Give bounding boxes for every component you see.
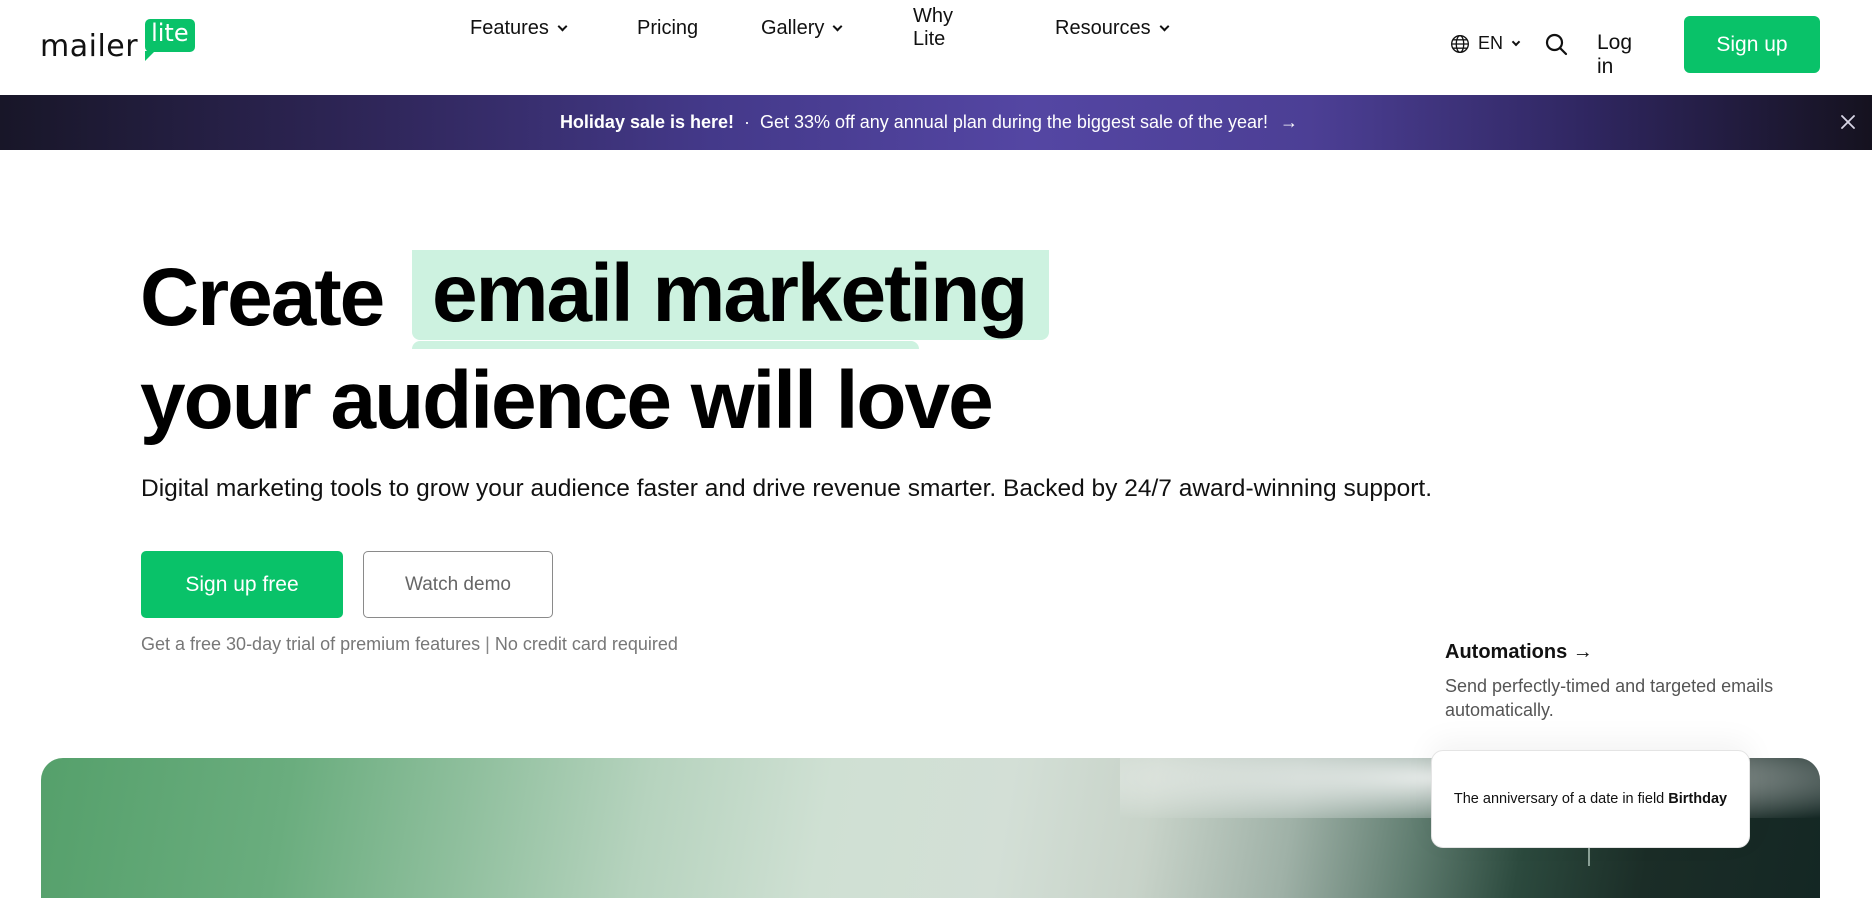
trial-note-part-1: Get a free 30-day trial of premium featu… [141,634,481,654]
search-icon[interactable] [1544,32,1568,56]
language-selector[interactable]: EN [1450,33,1521,54]
nav-item-label: Why Lite [913,5,953,50]
trial-note-separator: | [485,634,490,654]
language-code: EN [1478,33,1504,53]
logo-badge: lite [145,19,195,61]
promo-link[interactable]: Holiday sale is here! · Get 33% off any … [560,112,1298,133]
promo-headline: Holiday sale is here! [559,112,735,132]
logo-speech-tail [145,51,156,61]
promo-banner: Holiday sale is here! · Get 33% off any … [0,95,1872,150]
nav-item-why-lite[interactable]: Why Lite [913,5,953,51]
workflow-connector-line [1588,848,1590,866]
nav-item-label: Resources [1055,16,1151,39]
signup-button[interactable]: Sign up [1684,16,1820,73]
nav-item-label: Pricing [637,16,699,39]
promo-separator: · [744,112,751,132]
nav-item-label: Gallery [761,16,825,39]
close-icon[interactable] [1838,112,1858,132]
logo-wordmark: mailer [40,29,139,64]
nav-item-features[interactable]: Features [470,16,568,40]
logo-badge-text: lite [145,19,195,52]
feature-callout-automations: Automations → Send perfectly-timed and t… [1445,641,1775,722]
globe-icon [1451,34,1469,53]
trial-note-part-2: No credit card required [494,634,678,654]
headline-highlight-underlay [412,341,919,349]
trial-note: Get a free 30-day trial of premium featu… [141,634,678,655]
headline-highlight-text: email marketing [432,248,1028,339]
chevron-down-icon [557,21,568,31]
top-navigation: mailer lite Features Pricing Gallery Why… [0,0,1872,95]
headline-line-2: your audience will love [140,355,994,446]
feature-description: Send perfectly-timed and targeted emails… [1445,676,1774,720]
headline-prefix: Create [140,252,385,343]
automation-trigger-card[interactable]: The anniversary of a date in field Birth… [1431,750,1750,848]
nav-item-gallery[interactable]: Gallery [761,16,843,40]
watch-demo-button[interactable]: Watch demo [363,551,553,618]
arrow-right-icon: → [1280,112,1299,132]
trigger-field-name: Birthday [1668,791,1728,807]
login-link[interactable]: Log in [1597,31,1632,79]
chevron-down-icon [1159,21,1170,31]
promo-text: Get 33% off any annual plan during the b… [760,112,1269,132]
trigger-card-text: The anniversary of a date in field Birth… [1454,790,1727,808]
nav-item-pricing[interactable]: Pricing [637,17,698,40]
signup-free-button[interactable]: Sign up free [141,551,343,618]
feature-title-link[interactable]: Automations → [1445,641,1775,664]
hero-subtitle: Digital marketing tools to grow your aud… [141,475,1433,502]
chevron-down-icon [832,21,843,31]
chevron-down-icon [1511,37,1521,46]
mailerlite-logo[interactable]: mailer lite [40,18,195,64]
nav-item-label: Features [470,16,549,39]
nav-item-resources[interactable]: Resources [1055,16,1170,40]
trigger-description: The anniversary of a date in field [1453,791,1669,807]
